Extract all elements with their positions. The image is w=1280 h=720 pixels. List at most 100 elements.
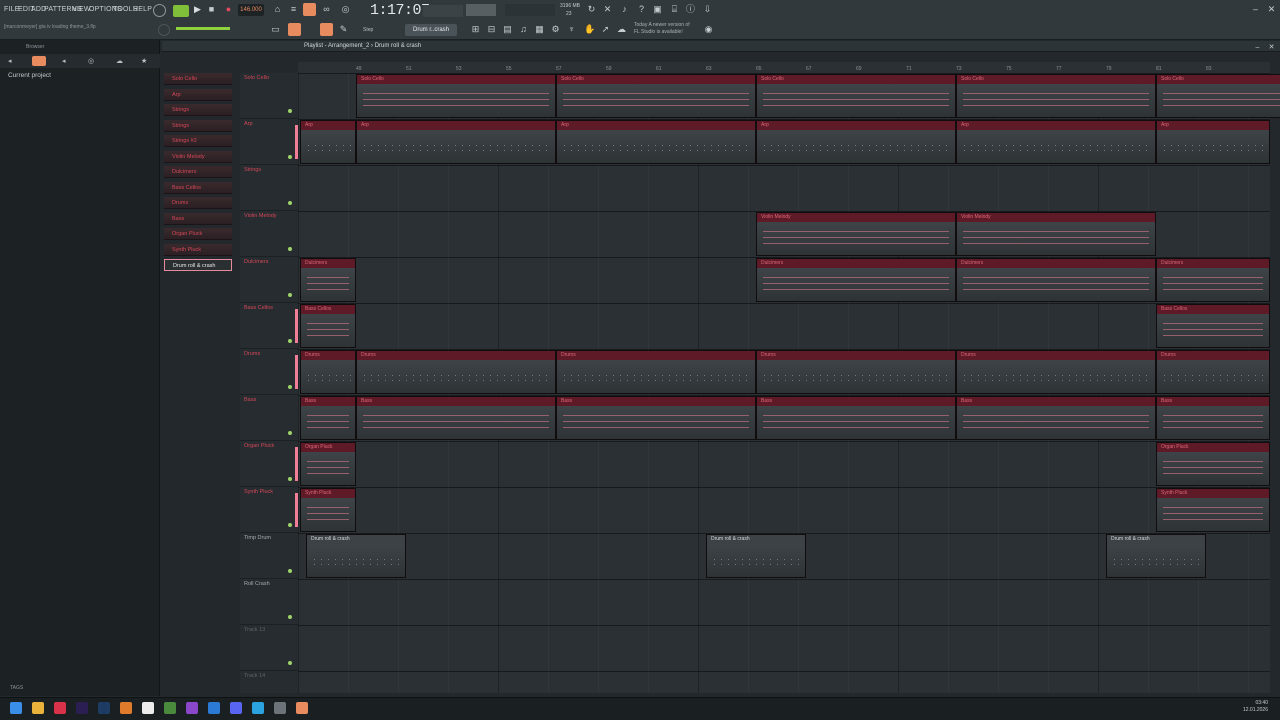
picker-item[interactable]: Arp: [164, 88, 232, 101]
tool-icon[interactable]: ▭: [270, 24, 281, 35]
pattern-clip[interactable]: Drums: [556, 350, 756, 394]
pattern-clip[interactable]: Drums: [956, 350, 1156, 394]
media-icon[interactable]: [274, 702, 286, 714]
pattern-clip[interactable]: Solo Cello: [756, 74, 956, 118]
stop-icon[interactable]: ■: [206, 4, 217, 15]
vs-icon[interactable]: [186, 702, 198, 714]
snap-step-label[interactable]: Step: [363, 27, 373, 33]
playlist-grid[interactable]: Solo Cello Solo Cello Solo Cello Solo Cello…: [298, 73, 1280, 693]
pattern-clip[interactable]: Drum roll & crash: [306, 534, 406, 578]
explorer-icon[interactable]: [32, 702, 44, 714]
track-enable-led[interactable]: [288, 247, 292, 251]
pencil-icon[interactable]: [320, 23, 333, 36]
cloud-icon[interactable]: ☁: [116, 57, 123, 65]
track-enable-led[interactable]: [288, 477, 292, 481]
pattern-clip[interactable]: Bass: [556, 396, 756, 440]
pattern-clip[interactable]: Drums: [1156, 350, 1270, 394]
pattern-clip[interactable]: Synth Pluck: [1156, 488, 1270, 532]
track-enable-led[interactable]: [288, 615, 292, 619]
pattern-clip[interactable]: Solo Cello: [356, 74, 556, 118]
pattern-clip[interactable]: Bass Cellos: [300, 304, 356, 348]
countdown-icon[interactable]: ≡: [288, 4, 299, 15]
picker-item[interactable]: Strings: [164, 104, 232, 116]
close-all-icon[interactable]: ✕: [602, 4, 613, 15]
track-header[interactable]: Roll Crash: [240, 579, 298, 625]
picker-item[interactable]: Synth Pluck: [164, 243, 232, 256]
pattern-clip[interactable]: Drums: [356, 350, 556, 394]
touch-icon[interactable]: ✋: [584, 24, 595, 35]
track-enable-led[interactable]: [288, 385, 292, 389]
pattern-song-toggle[interactable]: [173, 5, 189, 17]
app-icon[interactable]: [54, 702, 66, 714]
minimize-icon[interactable]: –: [1250, 4, 1261, 15]
discord-icon[interactable]: [230, 702, 242, 714]
pattern-clip[interactable]: Drum roll & crash: [706, 534, 806, 578]
track-header[interactable]: Organ Pluck: [240, 441, 298, 487]
snap-icon[interactable]: [303, 3, 316, 16]
timeline-ruler[interactable]: [298, 62, 1270, 73]
picker-item[interactable]: Solo Cello: [164, 73, 232, 85]
info-icon[interactable]: ⓘ: [685, 4, 696, 15]
pattern-clip[interactable]: Dulcimers: [300, 258, 356, 302]
track-header[interactable]: Violin Melody: [240, 211, 298, 257]
piano-roll-icon[interactable]: ♫: [518, 24, 529, 35]
pattern-clip[interactable]: Bass: [1156, 396, 1270, 440]
pattern-clip[interactable]: Arp: [1156, 120, 1270, 164]
picker-item[interactable]: Strings #2: [164, 135, 232, 147]
pattern-clip[interactable]: Arp: [356, 120, 556, 164]
pattern-clip[interactable]: Arp: [556, 120, 756, 164]
pattern-clip[interactable]: Synth Pluck: [300, 488, 356, 532]
close-icon[interactable]: ✕: [1266, 4, 1277, 15]
menu-view[interactable]: VIEW: [72, 6, 91, 13]
track-enable-led[interactable]: [288, 109, 292, 113]
piano-icon[interactable]: ⌸: [669, 4, 680, 15]
browser-icon[interactable]: ▦: [534, 24, 545, 35]
new-pattern-icon[interactable]: ⊞: [470, 24, 481, 35]
track-header[interactable]: Solo Cello: [240, 73, 298, 119]
track-header[interactable]: Bass Cellos: [240, 303, 298, 349]
track-enable-led[interactable]: [288, 339, 292, 343]
cloud-icon[interactable]: ☁: [616, 24, 627, 35]
pattern-clip[interactable]: Drums: [300, 350, 356, 394]
track-header[interactable]: Strings: [240, 165, 298, 211]
main-pitch-slider[interactable]: [176, 27, 230, 30]
track-enable-led[interactable]: [288, 293, 292, 297]
tempo-display[interactable]: 146.000: [238, 4, 264, 16]
epic-icon[interactable]: [142, 702, 154, 714]
prev-icon[interactable]: ◂: [62, 57, 66, 65]
pattern-clip[interactable]: Bass: [300, 396, 356, 440]
tool-app-icon[interactable]: [164, 702, 176, 714]
vscode-icon[interactable]: [208, 702, 220, 714]
picker-item[interactable]: Strings: [164, 119, 232, 132]
channel-rack-icon[interactable]: ▤: [502, 24, 513, 35]
blend-icon[interactable]: ◎: [340, 4, 351, 15]
track-header[interactable]: Synth Pluck: [240, 487, 298, 533]
picker-item[interactable]: Drum roll & crash: [164, 259, 232, 271]
track-header[interactable]: Drums: [240, 349, 298, 395]
picker-item[interactable]: Organ Pluck: [164, 228, 232, 240]
photoshop-icon[interactable]: [98, 702, 110, 714]
mic-icon[interactable]: ♪: [619, 4, 630, 15]
telegram-icon[interactable]: [252, 702, 264, 714]
track-header[interactable]: Bass: [240, 395, 298, 441]
help-icon[interactable]: ?: [636, 4, 647, 15]
folder-icon[interactable]: [32, 56, 46, 66]
metronome-icon[interactable]: ⌂: [272, 4, 283, 15]
plugin-icon[interactable]: ⚙: [550, 24, 561, 35]
track-enable-led[interactable]: [288, 431, 292, 435]
pattern-clip[interactable]: Solo Cello: [1156, 74, 1280, 118]
pattern-clip[interactable]: Bass: [356, 396, 556, 440]
track-header[interactable]: Timp Drum: [240, 533, 298, 579]
picker-item[interactable]: Bass: [164, 212, 232, 225]
loop-icon[interactable]: ∞: [321, 4, 332, 15]
picker-item[interactable]: Bass Cellos: [164, 181, 232, 194]
track-enable-led[interactable]: [288, 661, 292, 665]
blender-icon[interactable]: [120, 702, 132, 714]
pattern-clip[interactable]: Arp: [956, 120, 1156, 164]
track-enable-led[interactable]: [288, 155, 292, 159]
track-header[interactable]: Arp: [240, 119, 298, 165]
close-icon[interactable]: ✕: [1266, 42, 1277, 53]
pattern-clip[interactable]: Dulcimers: [956, 258, 1156, 302]
update-icon[interactable]: ◉: [703, 24, 714, 35]
pattern-clip[interactable]: Violin Melody: [956, 212, 1156, 256]
